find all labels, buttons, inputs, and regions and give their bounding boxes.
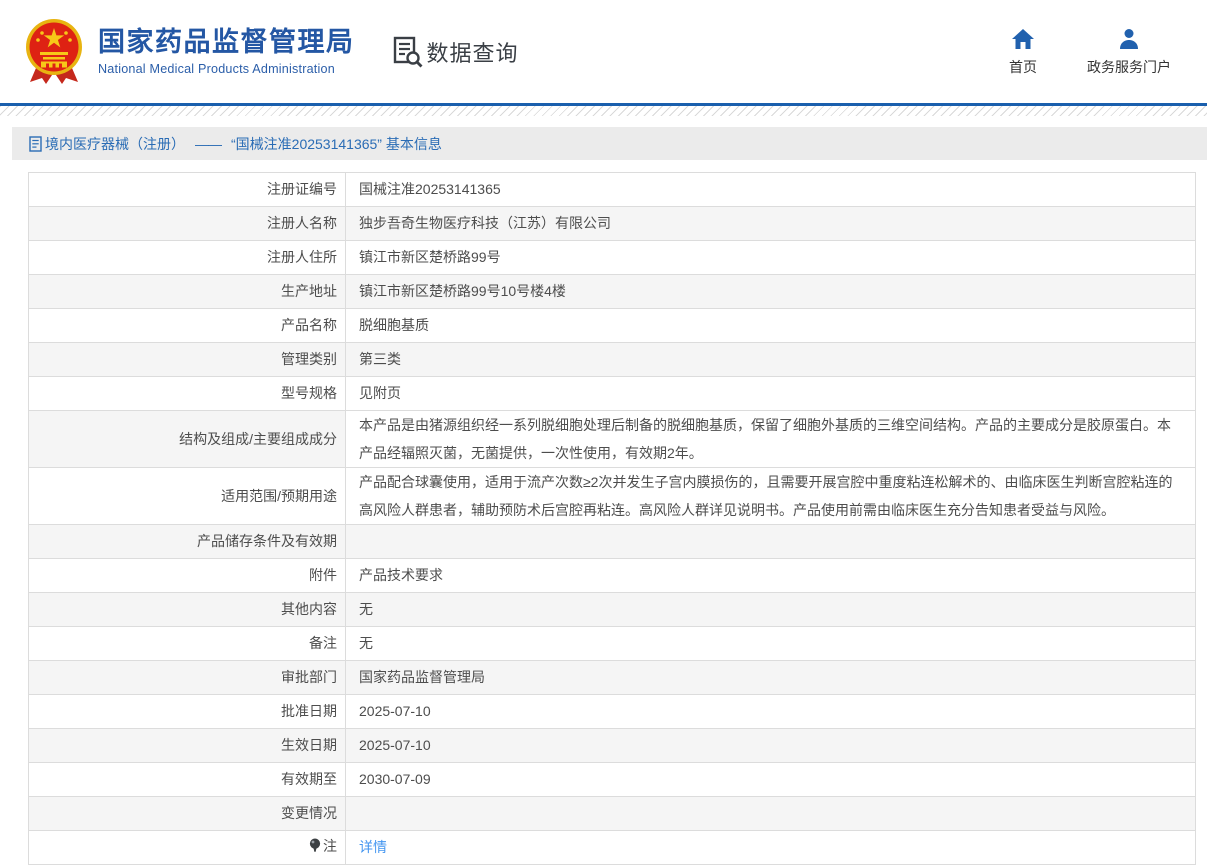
field-value: 国家药品监督管理局 xyxy=(346,661,1196,695)
nav-label-gov-portal: 政务服务门户 xyxy=(1087,57,1171,77)
breadcrumb-section[interactable]: 境内医疗器械（注册） xyxy=(45,134,185,154)
table-row: 有效期至2030-07-09 xyxy=(29,763,1196,797)
balloon-icon xyxy=(309,838,321,857)
field-value: 脱细胞基质 xyxy=(346,309,1196,343)
breadcrumb-separator: —— xyxy=(195,136,221,152)
field-label: 注 xyxy=(29,831,346,865)
table-row: 备注无 xyxy=(29,627,1196,661)
site-header: 国家药品监督管理局 National Medical Products Admi… xyxy=(0,0,1207,103)
field-value: 无 xyxy=(346,627,1196,661)
site-title-en: National Medical Products Administration xyxy=(98,62,355,76)
field-value xyxy=(346,525,1196,559)
field-value: 2025-07-10 xyxy=(346,729,1196,763)
field-value: 第三类 xyxy=(346,343,1196,377)
table-row: 注册人名称独步吾奇生物医疗科技（江苏）有限公司 xyxy=(29,207,1196,241)
field-label: 产品名称 xyxy=(29,309,346,343)
table-row: 注册证编号国械注准20253141365 xyxy=(29,173,1196,207)
field-label: 其他内容 xyxy=(29,593,346,627)
field-label: 管理类别 xyxy=(29,343,346,377)
table-row: 注册人住所镇江市新区楚桥路99号 xyxy=(29,241,1196,275)
field-value: 2030-07-09 xyxy=(346,763,1196,797)
table-row: 生产地址镇江市新区楚桥路99号10号楼4楼 xyxy=(29,275,1196,309)
field-label: 审批部门 xyxy=(29,661,346,695)
breadcrumb: 境内医疗器械（注册） —— “国械注准20253141365” 基本信息 xyxy=(12,127,1207,160)
nav-item-home[interactable]: 首页 xyxy=(1003,27,1043,77)
table-row: 附件产品技术要求 xyxy=(29,559,1196,593)
field-label: 有效期至 xyxy=(29,763,346,797)
field-value: 镇江市新区楚桥路99号10号楼4楼 xyxy=(346,275,1196,309)
registration-info-table: 注册证编号国械注准20253141365注册人名称独步吾奇生物医疗科技（江苏）有… xyxy=(28,172,1196,865)
nmpa-logo[interactable]: 国家药品监督管理局 National Medical Products Admi… xyxy=(24,16,355,88)
detail-link[interactable]: 详情 xyxy=(359,839,387,855)
site-title-block: 国家药品监督管理局 National Medical Products Admi… xyxy=(98,27,355,75)
field-label: 附件 xyxy=(29,559,346,593)
field-label: 生产地址 xyxy=(29,275,346,309)
field-value: 镇江市新区楚桥路99号 xyxy=(346,241,1196,275)
registration-table-body: 注册证编号国械注准20253141365注册人名称独步吾奇生物医疗科技（江苏）有… xyxy=(29,173,1196,865)
table-row: 产品名称脱细胞基质 xyxy=(29,309,1196,343)
field-value: 国械注准20253141365 xyxy=(346,173,1196,207)
header-nav: 首页 政务服务门户 xyxy=(1003,27,1171,77)
header-hatch-band xyxy=(0,106,1207,116)
field-label: 注册证编号 xyxy=(29,173,346,207)
field-label: 备注 xyxy=(29,627,346,661)
table-row: 适用范围/预期用途产品配合球囊使用，适用于流产次数≥2次并发生子宫内膜损伤的，且… xyxy=(29,468,1196,525)
field-value xyxy=(346,797,1196,831)
data-query-label: 数据查询 xyxy=(427,36,519,68)
user-icon xyxy=(1117,27,1141,51)
table-row: 注详情 xyxy=(29,831,1196,865)
nav-label-home: 首页 xyxy=(1009,57,1037,77)
field-value: 本产品是由猪源组织经一系列脱细胞处理后制备的脱细胞基质，保留了细胞外基质的三维空… xyxy=(346,411,1196,468)
field-value: 见附页 xyxy=(346,377,1196,411)
field-label: 批准日期 xyxy=(29,695,346,729)
field-value: 产品技术要求 xyxy=(346,559,1196,593)
table-row: 变更情况 xyxy=(29,797,1196,831)
table-row: 其他内容无 xyxy=(29,593,1196,627)
home-icon xyxy=(1011,27,1035,51)
table-row: 结构及组成/主要组成成分本产品是由猪源组织经一系列脱细胞处理后制备的脱细胞基质，… xyxy=(29,411,1196,468)
field-value: 无 xyxy=(346,593,1196,627)
field-label: 注册人名称 xyxy=(29,207,346,241)
nav-item-gov-portal[interactable]: 政务服务门户 xyxy=(1087,27,1171,77)
table-row: 批准日期2025-07-10 xyxy=(29,695,1196,729)
field-value: 产品配合球囊使用，适用于流产次数≥2次并发生子宫内膜损伤的，且需要开展宫腔中重度… xyxy=(346,468,1196,525)
document-search-icon xyxy=(393,36,423,68)
field-value: 独步吾奇生物医疗科技（江苏）有限公司 xyxy=(346,207,1196,241)
field-label: 生效日期 xyxy=(29,729,346,763)
table-row: 产品储存条件及有效期 xyxy=(29,525,1196,559)
field-value: 2025-07-10 xyxy=(346,695,1196,729)
breadcrumb-current: “国械注准20253141365” 基本信息 xyxy=(231,134,442,154)
site-title-cn: 国家药品监督管理局 xyxy=(98,27,355,58)
field-label: 产品储存条件及有效期 xyxy=(29,525,346,559)
field-label: 注册人住所 xyxy=(29,241,346,275)
china-national-emblem-icon xyxy=(24,16,84,88)
data-query-nav[interactable]: 数据查询 xyxy=(393,36,519,68)
field-label: 结构及组成/主要组成成分 xyxy=(29,411,346,468)
field-value: 详情 xyxy=(346,831,1196,865)
document-icon xyxy=(29,136,42,152)
table-row: 生效日期2025-07-10 xyxy=(29,729,1196,763)
field-label: 适用范围/预期用途 xyxy=(29,468,346,525)
field-label: 变更情况 xyxy=(29,797,346,831)
table-row: 型号规格见附页 xyxy=(29,377,1196,411)
table-row: 审批部门国家药品监督管理局 xyxy=(29,661,1196,695)
field-label: 型号规格 xyxy=(29,377,346,411)
table-row: 管理类别第三类 xyxy=(29,343,1196,377)
